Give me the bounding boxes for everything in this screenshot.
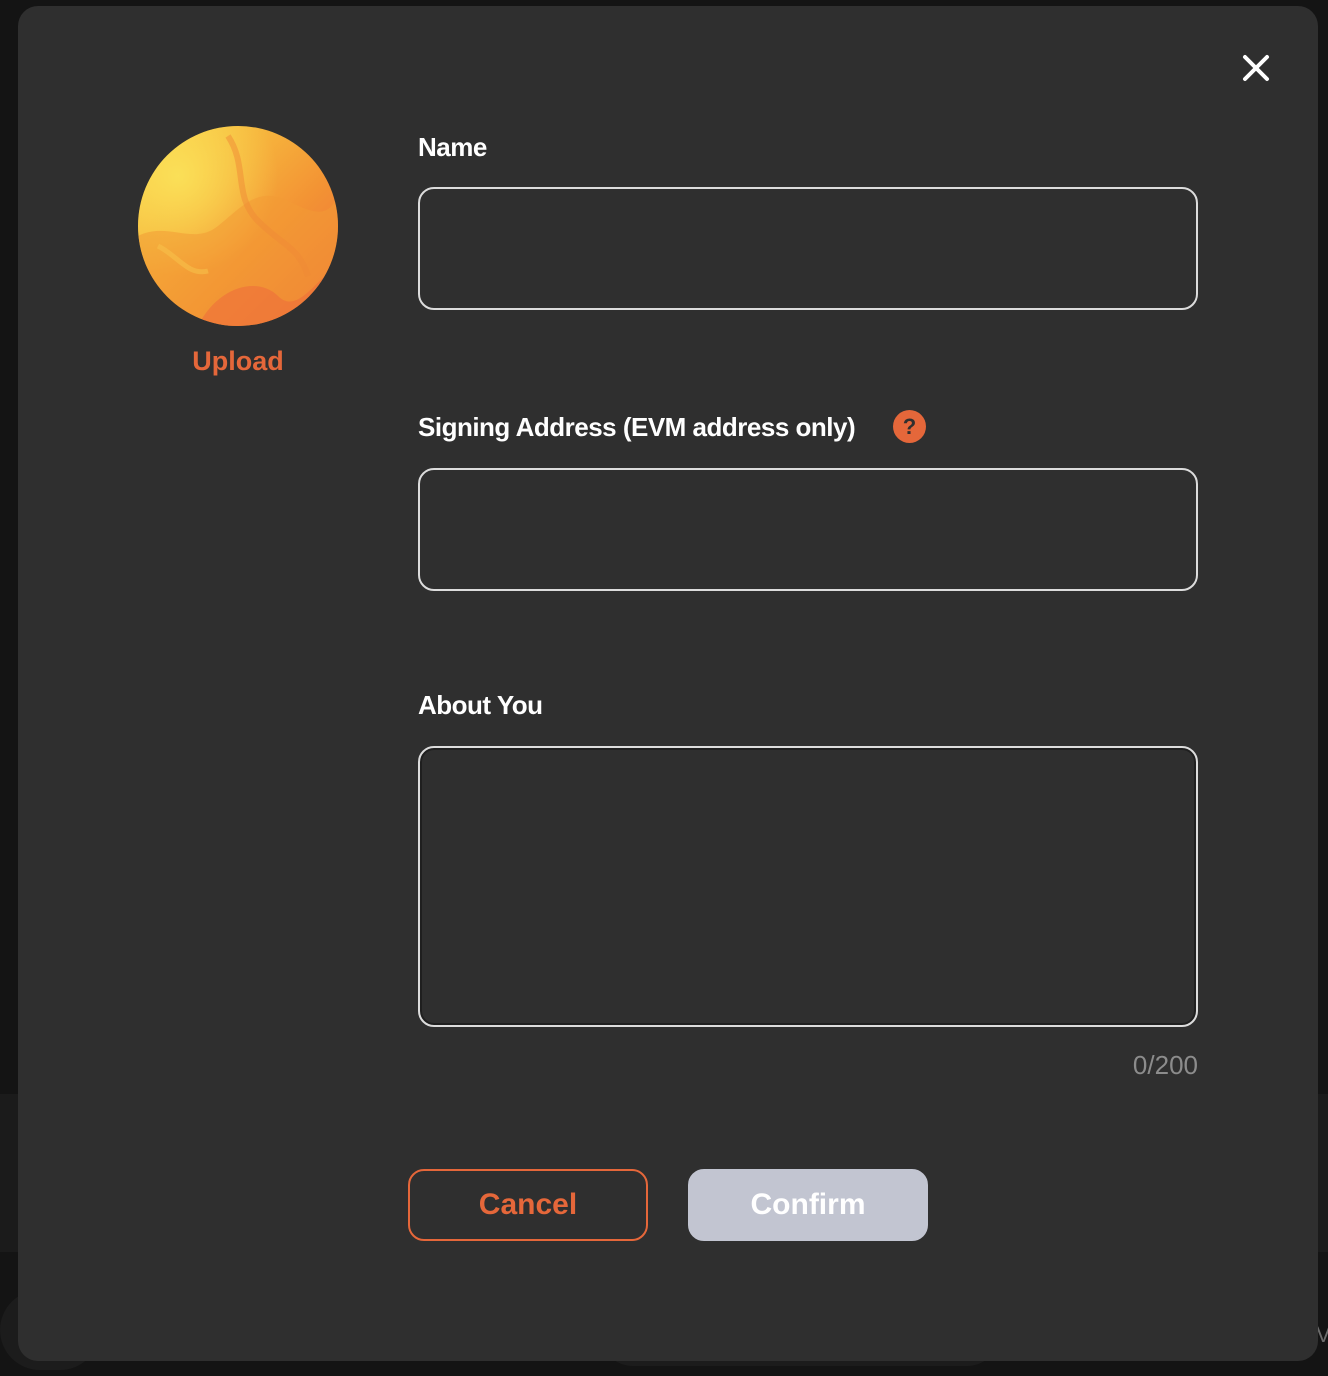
question-mark-icon[interactable]: ?	[893, 410, 926, 443]
name-label: Name	[418, 132, 487, 162]
about-you-textarea[interactable]	[418, 746, 1198, 1027]
signing-address-label: Signing Address (EVM address only)	[418, 412, 856, 442]
about-you-label: About You	[418, 690, 543, 720]
name-input[interactable]	[418, 187, 1198, 310]
character-counter: 0/200	[1132, 1050, 1198, 1080]
cancel-button[interactable]: Cancel	[408, 1169, 648, 1241]
close-icon	[1243, 55, 1269, 81]
avatar-upload[interactable]	[138, 126, 338, 326]
confirm-button[interactable]: Confirm	[688, 1169, 928, 1241]
upload-link[interactable]: Upload	[138, 346, 338, 377]
signing-address-input[interactable]	[418, 468, 1198, 591]
avatar-image	[138, 126, 338, 326]
edit-profile-modal: Upload Name Signing Address (EVM address…	[18, 6, 1318, 1361]
close-button[interactable]	[1242, 54, 1270, 82]
